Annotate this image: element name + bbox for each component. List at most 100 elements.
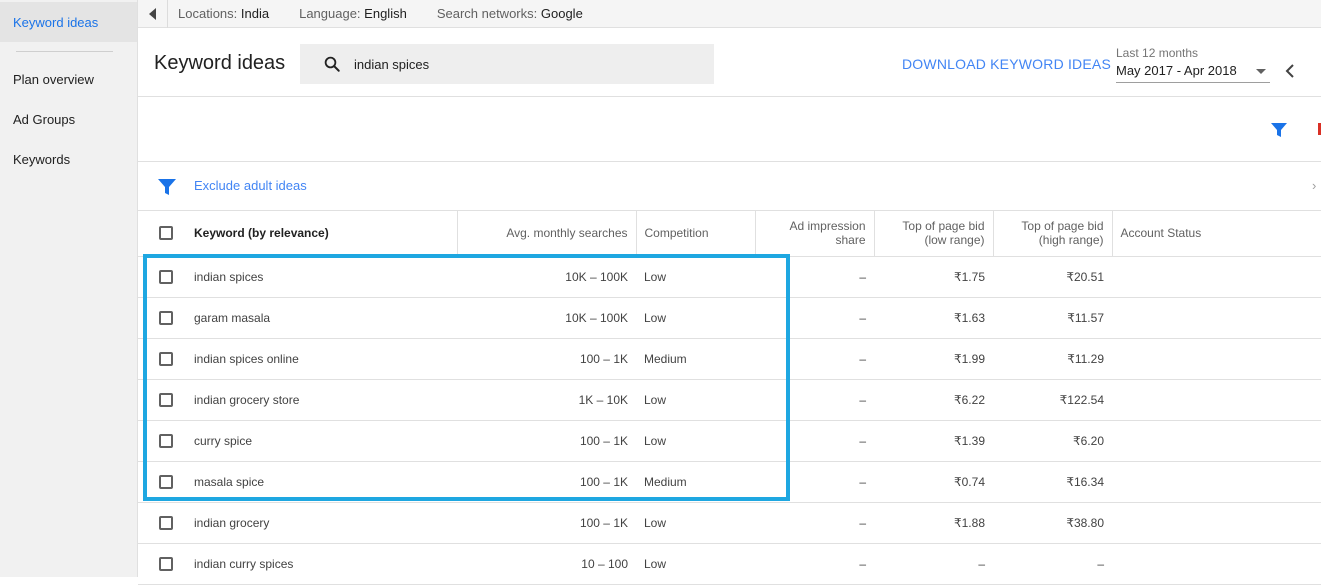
competition-cell: Low (636, 256, 755, 298)
column-header-ad-impression-share[interactable]: Ad impression share (755, 211, 874, 257)
column-header-keyword[interactable]: Keyword (by relevance) (182, 211, 458, 257)
keyword-search-input[interactable] (354, 56, 684, 72)
row-checkbox-cell (138, 420, 182, 462)
bid-high-cell: ₹11.29 (993, 338, 1112, 380)
ad-impression-share-cell: – (755, 256, 874, 298)
row-checkbox-cell (138, 256, 182, 298)
date-range-value: May 2017 - Apr 2018 (1116, 63, 1237, 78)
column-header-competition[interactable]: Competition (635, 211, 756, 257)
bid-low-cell: ₹1.99 (874, 338, 993, 380)
networks-value: Google (540, 6, 583, 21)
keyword-ideas-table: Keyword (by relevance) Avg. monthly sear… (138, 211, 1321, 585)
row-checkbox[interactable] (159, 433, 173, 448)
header-line: Top of page bid (902, 219, 985, 234)
keyword-search-box[interactable] (300, 44, 714, 84)
ad-impression-share-cell: – (755, 420, 874, 462)
column-header-account-status[interactable]: Account Status (1111, 211, 1321, 257)
account-status-cell (1112, 256, 1321, 298)
header-line: share (835, 233, 866, 248)
bid-high-cell: ₹11.57 (993, 297, 1112, 339)
avg-monthly-searches-cell: 100 – 1K (457, 461, 636, 503)
table-row[interactable]: masala spice 100 – 1K Medium – ₹0.74 ₹16.34 (138, 461, 1321, 503)
language-label: Language: (299, 6, 361, 21)
download-keyword-ideas-button[interactable]: DOWNLOAD KEYWORD IDEAS (902, 56, 1111, 72)
header-line: (high range) (1038, 233, 1104, 248)
table-row[interactable]: curry spice 100 – 1K Low – ₹1.39 ₹6.20 (138, 420, 1321, 462)
account-status-cell (1112, 461, 1321, 503)
sidebar-divider (16, 51, 113, 52)
column-header-bid-low[interactable]: Top of page bid (low range) (873, 211, 993, 257)
keyword-cell: masala spice (182, 461, 457, 503)
bid-high-cell: ₹122.54 (993, 379, 1112, 421)
bid-high-cell: ₹6.20 (993, 420, 1112, 462)
language-setting[interactable]: Language: English (299, 6, 407, 21)
date-range-select[interactable]: May 2017 - Apr 2018 (1116, 63, 1270, 83)
avg-monthly-searches-cell: 10K – 100K (457, 256, 636, 298)
account-status-cell (1112, 297, 1321, 339)
chevron-left-icon (1285, 64, 1294, 78)
row-checkbox[interactable] (159, 351, 173, 366)
chevron-right-icon[interactable]: › (1312, 178, 1316, 193)
row-checkbox[interactable] (159, 515, 173, 530)
bid-low-cell: ₹0.74 (874, 461, 993, 503)
search-icon (322, 54, 342, 74)
ad-impression-share-cell: – (755, 502, 874, 544)
ad-impression-share-cell: – (755, 338, 874, 380)
row-checkbox[interactable] (159, 269, 173, 284)
table-row[interactable]: indian spices online 100 – 1K Medium – ₹1.99… (138, 338, 1321, 380)
bid-low-cell: ₹6.22 (874, 379, 993, 421)
ad-impression-share-cell: – (755, 297, 874, 339)
account-status-cell (1112, 502, 1321, 544)
table-row[interactable]: indian curry spices 10 – 100 Low – – – (138, 543, 1321, 585)
column-header-avg-monthly-searches[interactable]: Avg. monthly searches (457, 211, 636, 257)
row-checkbox-cell (138, 543, 182, 585)
bid-high-cell: ₹16.34 (993, 461, 1112, 503)
row-checkbox[interactable] (159, 310, 173, 325)
row-checkbox-cell (138, 502, 182, 544)
keyword-cell: curry spice (182, 420, 457, 462)
keyword-cell: indian spices online (182, 338, 457, 380)
bid-high-cell: – (993, 543, 1112, 585)
competition-cell: Low (636, 543, 755, 585)
table-row[interactable]: indian grocery store 1K – 10K Low – ₹6.22 ₹12… (138, 379, 1321, 421)
row-checkbox[interactable] (159, 556, 173, 571)
networks-label: Search networks: (436, 6, 538, 21)
table-row[interactable]: garam masala 10K – 100K Low – ₹1.63 ₹11.57 (138, 297, 1321, 339)
filter-icon[interactable] (1270, 121, 1288, 144)
table-body: indian spices 10K – 100K Low – ₹1.75 ₹20.51 ga… (138, 256, 1321, 585)
locations-value: India (240, 6, 270, 21)
sidebar-item-keyword-ideas[interactable]: Keyword ideas (0, 2, 137, 42)
keyword-cell: indian curry spices (182, 543, 457, 585)
sidebar-item-keywords[interactable]: Keywords (0, 139, 137, 179)
row-checkbox[interactable] (159, 392, 173, 407)
search-networks-setting[interactable]: Search networks: Google (437, 6, 583, 21)
dropdown-arrow-icon (1256, 69, 1266, 74)
sidebar: Keyword ideas Plan overview Ad Groups Ke… (0, 0, 138, 577)
keyword-cell: indian spices (182, 256, 457, 298)
ad-impression-share-cell: – (755, 379, 874, 421)
page-title: Keyword ideas (154, 52, 286, 74)
previous-period-button[interactable] (1283, 62, 1297, 80)
sidebar-item-plan-overview[interactable]: Plan overview (0, 59, 137, 99)
avg-monthly-searches-cell: 10K – 100K (457, 297, 636, 339)
select-all-checkbox[interactable] (159, 226, 173, 241)
competition-cell: Low (636, 379, 755, 421)
bid-low-cell: ₹1.63 (874, 297, 993, 339)
row-checkbox[interactable] (159, 474, 173, 489)
collapse-sidebar-button[interactable] (138, 0, 168, 28)
filter-icon[interactable] (158, 179, 176, 200)
column-header-bid-high[interactable]: Top of page bid (high range) (992, 211, 1112, 257)
select-all-cell (138, 211, 182, 257)
avg-monthly-searches-cell: 10 – 100 (457, 543, 636, 585)
locations-setting[interactable]: Locations: India (178, 6, 269, 21)
sidebar-item-ad-groups[interactable]: Ad Groups (0, 99, 137, 139)
exclude-adult-ideas-filter[interactable]: Exclude adult ideas (194, 178, 307, 193)
table-row[interactable]: indian grocery 100 – 1K Low – ₹1.88 ₹38.80 (138, 502, 1321, 544)
bid-low-cell: ₹1.88 (874, 502, 993, 544)
table-row[interactable]: indian spices 10K – 100K Low – ₹1.75 ₹20.51 (138, 256, 1321, 298)
row-checkbox-cell (138, 338, 182, 380)
bid-low-cell: – (874, 543, 993, 585)
competition-cell: Medium (636, 338, 755, 380)
bid-low-cell: ₹1.75 (874, 256, 993, 298)
header-line: (low range) (924, 233, 985, 248)
